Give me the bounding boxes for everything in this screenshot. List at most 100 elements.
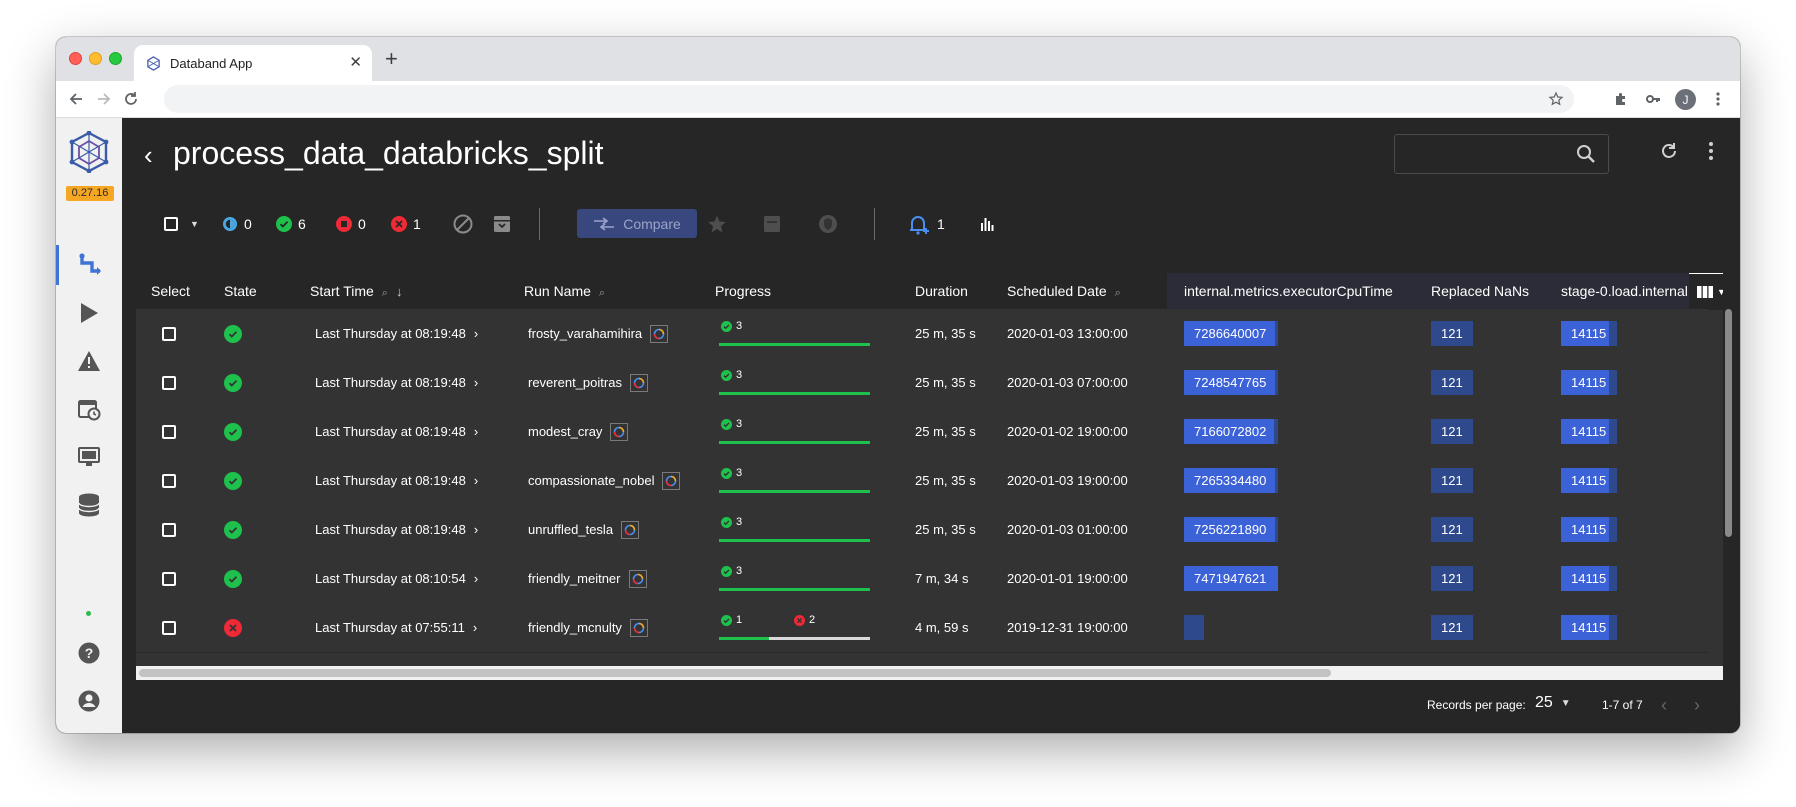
cancel-runs-button[interactable] <box>453 200 473 248</box>
header-state[interactable]: State <box>224 273 257 309</box>
run-type-icon[interactable] <box>650 324 669 343</box>
table-row[interactable]: Last Thursday at 07:55:11 › friendly_mcnu… <box>136 603 1708 653</box>
compare-button[interactable]: Compare <box>577 209 697 238</box>
search-icon[interactable]: ⌕ <box>1115 287 1121 299</box>
tab-close-icon[interactable]: ✕ <box>349 53 362 71</box>
table-row[interactable]: Last Thursday at 08:19:48 › modest_cray 3… <box>136 407 1708 457</box>
horizontal-scrollbar-thumb[interactable] <box>139 669 1331 677</box>
row-checkbox[interactable] <box>162 522 176 537</box>
run-type-icon[interactable] <box>621 520 640 539</box>
column-picker-button[interactable]: ▼ <box>1689 273 1723 310</box>
sidebar-item-monitor[interactable] <box>56 437 122 477</box>
run-type-icon[interactable] <box>610 422 629 441</box>
sidebar-item-runs[interactable] <box>56 293 122 333</box>
sidebar-item-data[interactable] <box>56 485 122 525</box>
vertical-scrollbar[interactable] <box>1725 309 1732 537</box>
replaced-nans-value: 121 <box>1431 419 1473 444</box>
start-time-link[interactable]: Last Thursday at 07:55:11 › <box>315 603 477 652</box>
next-page-icon[interactable]: › <box>1694 695 1700 716</box>
row-checkbox[interactable] <box>162 571 176 586</box>
run-name[interactable]: reverent_poitras <box>528 375 622 390</box>
table-row[interactable]: Last Thursday at 08:19:48 › compassionate… <box>136 456 1708 506</box>
browser-menu-icon[interactable] <box>1706 87 1730 111</box>
select-all-checkbox[interactable] <box>164 217 178 231</box>
run-name[interactable]: compassionate_nobel <box>528 473 654 488</box>
run-name[interactable]: unruffled_tesla <box>528 522 613 537</box>
forward-arrow-icon[interactable] <box>92 87 116 111</box>
run-name[interactable]: frosty_varahamihira <box>528 326 642 341</box>
start-time-link[interactable]: Last Thursday at 08:19:48 › <box>315 407 478 456</box>
extensions-puzzle-icon[interactable] <box>1609 87 1633 111</box>
table-row[interactable]: Last Thursday at 08:19:48 › frosty_varaha… <box>136 309 1708 359</box>
run-type-icon[interactable] <box>629 373 648 392</box>
header-duration[interactable]: Duration <box>915 273 968 309</box>
replaced-nans-value: 121 <box>1431 517 1473 542</box>
start-time-link[interactable]: Last Thursday at 08:19:48 › <box>315 358 478 407</box>
run-name[interactable]: modest_cray <box>528 424 602 439</box>
profile-avatar[interactable]: J <box>1675 89 1696 110</box>
row-checkbox[interactable] <box>162 620 176 635</box>
header-scheduled-date[interactable]: Scheduled Date ⌕ <box>1007 273 1121 309</box>
row-checkbox[interactable] <box>162 326 176 341</box>
filter-running[interactable]: 0 <box>222 200 252 248</box>
browser-tab[interactable]: Databand App ✕ <box>134 45 372 81</box>
back-chevron-icon[interactable]: ‹ <box>144 140 153 171</box>
more-menu-icon[interactable] <box>1709 142 1713 160</box>
filter-success[interactable]: 6 <box>276 200 306 248</box>
unarchive-button[interactable] <box>763 200 781 248</box>
header-replaced-nans[interactable]: Replaced NaNs <box>1431 273 1529 309</box>
records-per-page-select[interactable]: 25 ▼ <box>1535 694 1571 712</box>
maximize-window-button[interactable] <box>109 52 122 65</box>
horizontal-scrollbar[interactable] <box>136 666 1723 680</box>
table-row[interactable]: Last Thursday at 08:10:54 › friendly_meit… <box>136 554 1708 604</box>
sidebar-item-pipelines[interactable] <box>56 245 122 285</box>
caret-down-icon[interactable]: ▼ <box>190 219 199 229</box>
sort-down-icon[interactable]: ↓ <box>396 284 403 299</box>
row-checkbox[interactable] <box>162 424 176 439</box>
reload-icon[interactable] <box>119 87 143 111</box>
row-checkbox[interactable] <box>162 473 176 488</box>
header-executor-cpu-time[interactable]: internal.metrics.executorCpuTime <box>1184 273 1393 309</box>
search-input[interactable] <box>1394 134 1609 174</box>
previous-page-icon[interactable]: ‹ <box>1661 695 1667 716</box>
refresh-icon[interactable] <box>1660 142 1678 160</box>
start-time-link[interactable]: Last Thursday at 08:19:48 › <box>315 505 478 554</box>
select-all-dropdown[interactable]: ▼ <box>164 200 199 248</box>
key-icon[interactable] <box>1641 87 1665 111</box>
run-type-icon[interactable] <box>629 618 648 637</box>
search-icon[interactable]: ⌕ <box>599 287 605 299</box>
start-time-link[interactable]: Last Thursday at 08:19:48 › <box>315 456 478 505</box>
sidebar-item-help[interactable]: ? <box>56 633 122 673</box>
favorite-button[interactable] <box>707 200 727 248</box>
filter-shutdown[interactable]: 0 <box>336 200 366 248</box>
sidebar-item-alerts[interactable] <box>56 341 122 381</box>
filter-failed[interactable]: 1 <box>391 200 421 248</box>
run-name[interactable]: friendly_mcnulty <box>528 620 622 635</box>
sidebar-item-account[interactable] <box>56 681 122 721</box>
run-name[interactable]: friendly_meitner <box>528 571 621 586</box>
table-row[interactable]: Last Thursday at 08:19:48 › unruffled_tes… <box>136 505 1708 555</box>
alerts-button[interactable]: 1 <box>907 200 945 248</box>
table-row[interactable]: Last Thursday at 08:19:48 › reverent_poit… <box>136 358 1708 408</box>
minimize-window-button[interactable] <box>89 52 102 65</box>
bookmark-star-icon[interactable] <box>1544 87 1568 111</box>
archive-button[interactable] <box>493 200 511 248</box>
run-type-icon[interactable] <box>662 471 681 490</box>
close-window-button[interactable] <box>69 52 82 65</box>
shield-button[interactable] <box>818 200 838 248</box>
sidebar-item-schedules[interactable] <box>56 389 122 429</box>
run-type-icon[interactable] <box>628 569 647 588</box>
databand-logo-icon[interactable] <box>68 131 110 173</box>
header-stage-load[interactable]: stage-0.load.internal <box>1561 273 1691 309</box>
search-icon[interactable]: ⌕ <box>382 287 388 299</box>
header-progress[interactable]: Progress <box>715 273 771 309</box>
back-arrow-icon[interactable] <box>64 87 88 111</box>
new-tab-icon[interactable]: + <box>385 46 398 72</box>
start-time-link[interactable]: Last Thursday at 08:19:48 › <box>315 309 478 358</box>
address-bar[interactable] <box>164 85 1574 113</box>
header-start-time[interactable]: Start Time ⌕ ↓ <box>310 273 402 309</box>
row-checkbox[interactable] <box>162 375 176 390</box>
start-time-link[interactable]: Last Thursday at 08:10:54 › <box>315 554 478 603</box>
metrics-chart-button[interactable] <box>979 200 995 248</box>
header-run-name[interactable]: Run Name ⌕ <box>524 273 605 309</box>
